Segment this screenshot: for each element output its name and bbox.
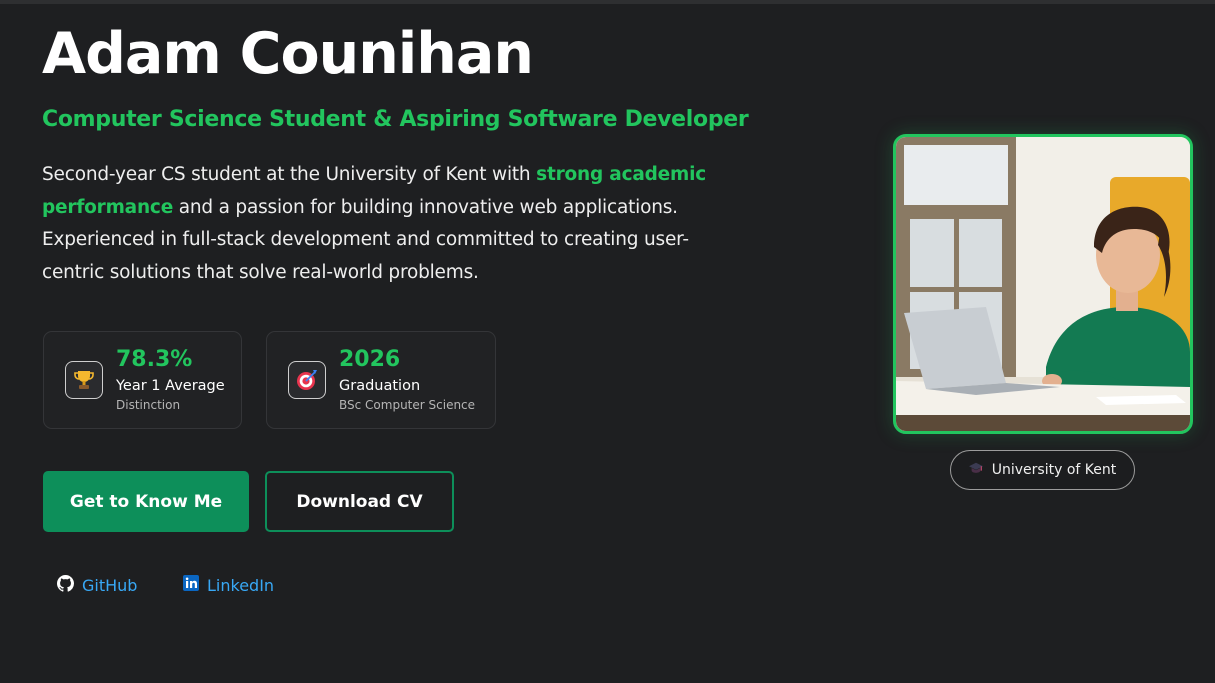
stat-value: 78.3% (116, 347, 193, 372)
stat-value: 2026 (339, 347, 401, 372)
linkedin-link[interactable]: LinkedIn (183, 574, 274, 596)
bio-text-start: Second-year CS student at the University… (42, 164, 537, 185)
university-badge: University of Kent (950, 450, 1135, 490)
stat-caption: Distinction (116, 398, 181, 412)
stat-caption: BSc Computer Science (339, 398, 476, 412)
get-to-know-me-button[interactable]: Get to Know Me (43, 471, 249, 532)
stat-card-average: 78.3% Year 1 Average Distinction (43, 331, 242, 429)
hero-section: Adam Counihan Computer Science Student &… (0, 0, 1215, 683)
download-cv-button[interactable]: Download CV (265, 471, 454, 532)
github-label: GitHub (82, 575, 138, 595)
github-icon (57, 574, 74, 596)
target-icon (288, 361, 326, 399)
university-badge-label: University of Kent (991, 462, 1117, 478)
hero-bio: Second-year CS student at the University… (42, 159, 722, 289)
profile-photo (893, 134, 1193, 434)
stat-label: Year 1 Average (116, 378, 225, 394)
github-link[interactable]: GitHub (57, 574, 137, 596)
trophy-icon (65, 361, 103, 399)
hero-name: Adam Counihan (42, 21, 534, 87)
hero-subtitle: Computer Science Student & Aspiring Soft… (42, 107, 749, 132)
linkedin-label: LinkedIn (207, 575, 275, 595)
stat-card-graduation: 2026 Graduation BSc Computer Science (266, 331, 496, 429)
profile-photo-illustration (896, 137, 1190, 431)
linkedin-icon (183, 575, 199, 595)
graduation-cap-icon (968, 461, 983, 479)
stat-label: Graduation (339, 378, 421, 394)
